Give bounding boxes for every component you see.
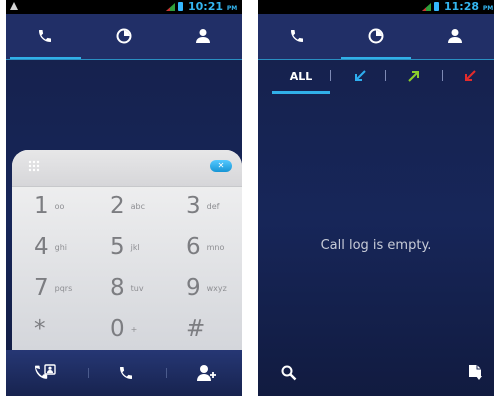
signal-icon <box>422 3 431 11</box>
tab-contacts[interactable] <box>415 14 494 58</box>
key-digit: 6 <box>186 234 201 260</box>
key-digit: # <box>186 316 206 342</box>
tab-contacts[interactable] <box>163 14 242 58</box>
incoming-call-icon <box>355 70 366 81</box>
key-letters: mno <box>206 243 225 252</box>
key-digit: 0 <box>110 316 125 342</box>
action-separator <box>88 368 89 378</box>
key-letters: jkl <box>130 243 140 252</box>
key-digit: 5 <box>110 234 125 260</box>
key-digit: 8 <box>110 275 125 301</box>
dialpad: ✕ 1 oo 2 abc 3 def 4 ghi 5 jkl 6 mno 7 pqrs 8 tu… <box>12 150 242 350</box>
key-letters: pqrs <box>54 284 73 293</box>
dialpad-keys: 1 oo 2 abc 3 def 4 ghi 5 jkl 6 mno 7 pqrs 8 tuv … <box>12 186 242 350</box>
key-9[interactable]: 9 wxyz <box>162 268 242 309</box>
call-filter-bar: ALL <box>258 60 494 96</box>
action-separator <box>166 368 167 378</box>
outgoing-call-icon <box>408 71 419 82</box>
filter-separator <box>442 70 443 81</box>
filter-separator <box>385 70 386 81</box>
delete-button[interactable]: ✕ <box>210 160 232 172</box>
key-letters: oo <box>54 202 65 211</box>
key-digit: 1 <box>34 193 49 219</box>
clock-icon <box>116 28 132 44</box>
status-time: 10:21 PM <box>188 0 238 13</box>
key-letters: tuv <box>130 284 144 293</box>
dialpad-grid-icon[interactable] <box>28 160 40 172</box>
tab-call-log[interactable] <box>85 14 164 58</box>
search-button[interactable] <box>274 350 304 396</box>
key-letters: + <box>130 325 138 334</box>
clear-call-log-button[interactable] <box>460 350 490 396</box>
key-digit: 9 <box>186 275 201 301</box>
add-person-icon <box>197 365 216 381</box>
person-icon <box>447 29 462 43</box>
phone-icon <box>120 367 132 379</box>
call-log-screen: 11:28 PM ALL Call log is empty. <box>258 0 494 396</box>
filter-all[interactable]: ALL <box>272 60 330 92</box>
status-bar: 10:21 PM <box>6 0 242 14</box>
empty-state-message: Call log is empty. <box>320 238 432 253</box>
key-letters: abc <box>130 202 146 211</box>
battery-icon <box>178 2 183 11</box>
tab-dialpad[interactable] <box>258 14 337 58</box>
dialer-action-bar <box>6 350 242 396</box>
signal-icon <box>166 3 175 11</box>
backspace-icon: ✕ <box>217 161 225 170</box>
dialer-tab-bar <box>258 14 494 60</box>
dialer-screen: 10:21 PM ✕ 1 oo 2 abc 3 def 4 ghi 5 jkl 6 mno … <box>6 0 242 396</box>
filter-underline <box>272 91 330 94</box>
call-log-action-bar <box>258 350 494 396</box>
key-digit: 3 <box>186 193 201 219</box>
tab-divider <box>6 59 242 60</box>
dialpad-header: ✕ <box>12 150 242 187</box>
filter-missed[interactable] <box>448 60 492 92</box>
add-contact-button[interactable] <box>182 350 232 396</box>
key-hash[interactable]: # <box>162 309 242 350</box>
contacts-call-icon <box>35 364 56 379</box>
key-6[interactable]: 6 mno <box>162 227 242 268</box>
key-digit: 7 <box>34 275 49 301</box>
key-letters: def <box>206 202 220 211</box>
clock-icon <box>368 28 384 44</box>
filter-all-label: ALL <box>289 69 313 83</box>
phone-icon <box>291 30 304 42</box>
battery-icon <box>434 2 439 11</box>
person-icon <box>195 29 210 43</box>
warning-icon <box>10 2 18 10</box>
key-3[interactable]: 3 def <box>162 186 242 227</box>
filter-separator <box>330 70 331 81</box>
status-bar: 11:28 PM <box>258 0 494 14</box>
call-button[interactable] <box>101 350 151 396</box>
contacts-call-button[interactable] <box>20 350 70 396</box>
dialer-tab-bar <box>6 14 242 60</box>
key-letters: wxyz <box>206 284 227 293</box>
key-digit: * <box>34 316 46 342</box>
filter-incoming[interactable] <box>338 60 382 92</box>
key-letters: ghi <box>54 243 68 252</box>
missed-call-icon <box>465 70 476 81</box>
phone-icon <box>39 30 52 42</box>
status-time: 11:28 PM <box>444 0 494 13</box>
key-digit: 4 <box>34 234 49 260</box>
filter-outgoing[interactable] <box>392 60 436 92</box>
tab-call-log[interactable] <box>337 14 416 60</box>
clear-log-icon <box>469 365 482 380</box>
search-icon <box>281 365 297 381</box>
tab-dialpad[interactable] <box>6 14 85 60</box>
key-digit: 2 <box>110 193 125 219</box>
